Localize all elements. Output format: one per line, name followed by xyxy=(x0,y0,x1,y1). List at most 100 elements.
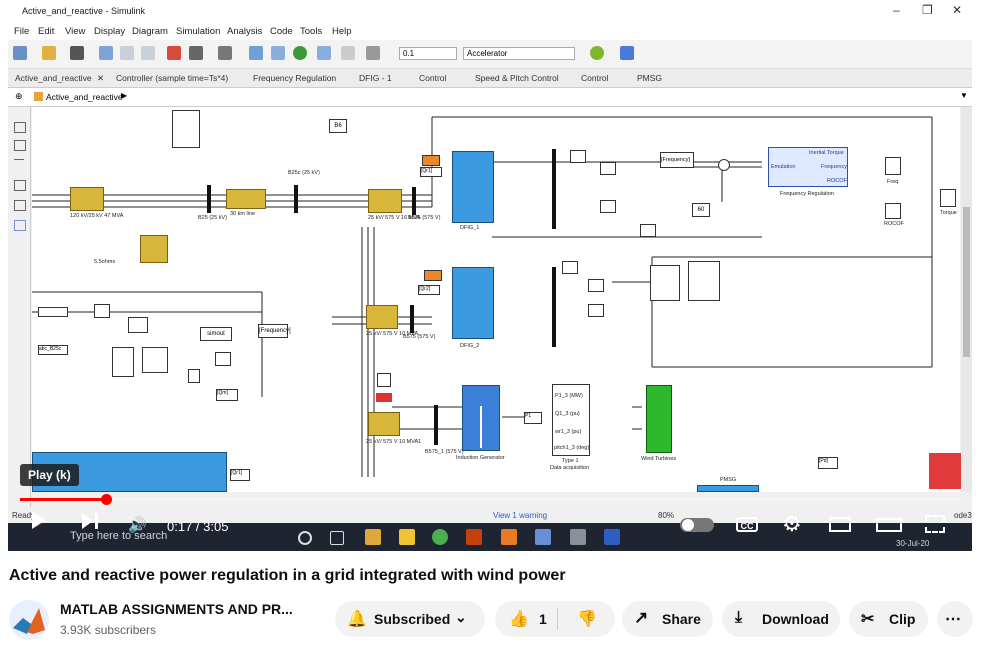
folder-icon[interactable] xyxy=(399,529,415,545)
vertical-scrollbar[interactable] xyxy=(961,107,972,492)
tag-qm[interactable]: [Qm] xyxy=(216,389,238,401)
menu-diagram[interactable]: Diagram xyxy=(132,26,168,37)
scope-9[interactable] xyxy=(215,352,231,366)
check-icon[interactable] xyxy=(590,46,604,60)
image-icon[interactable] xyxy=(14,200,26,211)
transformer-10mva[interactable] xyxy=(366,305,398,329)
step-back-icon[interactable] xyxy=(249,46,263,60)
wind-source[interactable] xyxy=(377,373,391,387)
pll-block[interactable] xyxy=(128,317,148,333)
up-icon[interactable] xyxy=(141,46,155,60)
arrow-icon[interactable] xyxy=(14,159,24,169)
fit-view-icon[interactable] xyxy=(14,140,26,151)
dislike-icon[interactable]: 👎 xyxy=(577,609,597,629)
menu-tools[interactable]: Tools xyxy=(300,26,322,37)
bus-b575-1[interactable] xyxy=(434,405,438,445)
transformer-120kv[interactable] xyxy=(70,187,104,211)
library-icon[interactable] xyxy=(167,46,181,60)
scope-8[interactable] xyxy=(94,304,110,318)
open-folder-icon[interactable] xyxy=(42,46,56,60)
grounding-transformer[interactable] xyxy=(140,235,168,263)
menu-file[interactable]: File xyxy=(14,26,29,37)
video-player[interactable]: Active_and_reactive - Simulink – ❐ ✕ Fil… xyxy=(8,0,972,551)
line-30km[interactable] xyxy=(226,189,266,209)
tab-pmsg[interactable]: PMSG xyxy=(637,73,662,83)
menu-edit[interactable]: Edit xyxy=(38,26,54,37)
pq-block[interactable] xyxy=(142,347,168,373)
progress-bar[interactable] xyxy=(20,494,960,505)
simout-block[interactable]: simout xyxy=(200,327,232,341)
play-icon[interactable] xyxy=(32,511,46,529)
scope-5[interactable] xyxy=(562,261,578,274)
scope-4[interactable] xyxy=(640,224,656,237)
grid-icon[interactable] xyxy=(620,46,634,60)
taskbar-search[interactable]: Type here to search xyxy=(70,530,167,542)
forward-icon[interactable] xyxy=(120,46,134,60)
settings-icon[interactable]: ⚙ xyxy=(782,511,802,537)
block-b6[interactable]: B6 xyxy=(329,119,347,133)
next-icon[interactable] xyxy=(82,513,93,529)
breadcrumb-arrow-icon[interactable]: ▶ xyxy=(121,91,127,100)
chrome-icon[interactable] xyxy=(432,529,448,545)
minimize-icon[interactable]: – xyxy=(893,3,900,17)
stop-time-input[interactable]: 0.1 xyxy=(399,47,457,60)
tag-qm2[interactable]: [Qr2] xyxy=(418,285,440,295)
captions-icon[interactable]: CC xyxy=(736,517,758,532)
scope-6[interactable] xyxy=(588,279,604,292)
wind-input[interactable] xyxy=(422,155,440,166)
tab-dfig-1[interactable]: DFIG - 1 xyxy=(359,73,392,83)
induction-generator-block[interactable] xyxy=(462,385,500,451)
tag-frequency[interactable]: [Frequency] xyxy=(660,152,694,168)
rlc-load[interactable] xyxy=(688,261,720,301)
input-block[interactable] xyxy=(38,307,68,317)
transformer-16mva[interactable] xyxy=(368,189,402,213)
block-load[interactable] xyxy=(172,110,200,148)
scope-rocof[interactable] xyxy=(885,203,901,219)
status-warning[interactable]: View 1 warning xyxy=(493,511,547,520)
tab-speed-pitch-control[interactable]: Speed & Pitch Control xyxy=(475,73,559,83)
step-forward-icon[interactable] xyxy=(317,46,331,60)
model-explorer-icon[interactable] xyxy=(218,46,232,60)
tab-control[interactable]: Control xyxy=(419,73,446,83)
app-icon-2[interactable] xyxy=(535,529,551,545)
annotation-icon[interactable] xyxy=(14,180,26,191)
tag-frequency-out[interactable]: [Frequency] xyxy=(258,324,291,338)
bus-b25[interactable] xyxy=(207,185,211,213)
tag-qr1[interactable]: [Qr1] xyxy=(230,469,250,481)
scope-3[interactable] xyxy=(600,200,616,213)
tag-pd[interactable]: [Pd] xyxy=(818,457,838,469)
new-model-icon[interactable] xyxy=(13,46,27,60)
cortana-icon[interactable] xyxy=(298,531,312,545)
scope-freq[interactable] xyxy=(885,157,901,175)
area-icon[interactable] xyxy=(14,220,26,231)
menu-help[interactable]: Help xyxy=(332,26,352,37)
type1-block[interactable]: P1_3 (MW) Q1_3 (pu) wr1_3 (pu) pitch1_3 … xyxy=(552,384,590,456)
scope-2[interactable] xyxy=(600,162,616,175)
dropdown-icon[interactable]: ▼ xyxy=(960,91,968,100)
app-icon-4[interactable] xyxy=(604,529,620,545)
zoom-icon[interactable] xyxy=(14,122,26,133)
diagram-canvas[interactable]: B6 120 kV/25 kV 47 MVA B25 (25 kV) 30 km… xyxy=(32,107,967,492)
menu-display[interactable]: Display xyxy=(94,26,125,37)
maximize-icon[interactable]: ❐ xyxy=(922,3,933,17)
scope-1[interactable] xyxy=(570,150,586,163)
run-icon[interactable] xyxy=(293,46,307,60)
tag-abc-b25[interactable]: abc_B25c xyxy=(38,345,68,355)
dfig-2-block[interactable] xyxy=(452,267,494,339)
scope-torque[interactable] xyxy=(940,189,956,207)
wind-input-2[interactable] xyxy=(424,270,442,281)
pmsg-block[interactable] xyxy=(697,485,759,492)
tag-p1[interactable]: P1 xyxy=(524,412,542,424)
menu-analysis[interactable]: Analysis xyxy=(227,26,262,37)
autoplay-toggle[interactable] xyxy=(680,518,714,532)
app-icon-1[interactable] xyxy=(501,529,517,545)
share-button[interactable]: ↗ Share xyxy=(622,601,713,637)
tab-active-and-reactive[interactable]: Active_and_reactive xyxy=(15,73,92,83)
bus-b575-2[interactable] xyxy=(410,305,414,333)
close-icon[interactable]: ✕ xyxy=(952,3,962,17)
transformer-10mva1[interactable] xyxy=(368,412,400,436)
sum-block[interactable] xyxy=(718,159,730,171)
frequency-regulation-block[interactable]: Emulation Inertial Torque Frequency ROCO… xyxy=(768,147,848,187)
wind-label[interactable] xyxy=(376,393,392,402)
matlab-icon[interactable] xyxy=(466,529,482,545)
